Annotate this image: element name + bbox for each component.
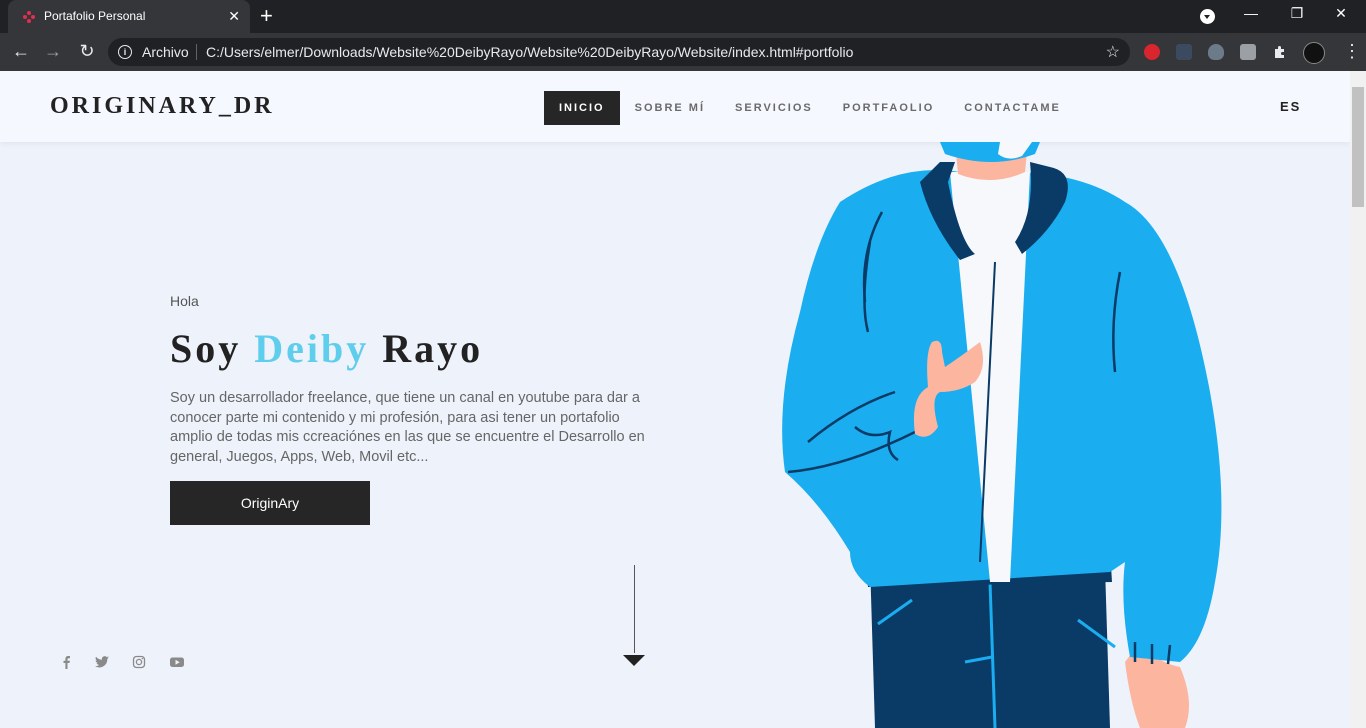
- tab-title: Portafolio Personal: [44, 9, 146, 23]
- hero-title-pre: Soy: [170, 326, 255, 371]
- reload-icon[interactable]: ↻: [76, 41, 98, 61]
- favicon-icon: [23, 11, 35, 23]
- close-window-button[interactable]: ✕: [1326, 5, 1356, 22]
- instagram-icon[interactable]: [131, 654, 147, 670]
- restore-button[interactable]: ❐: [1282, 5, 1312, 22]
- hero-title: Soy Deiby Rayo: [170, 325, 483, 372]
- hero-title-accent: Deiby: [254, 326, 370, 371]
- nav-sobre-mi[interactable]: SOBRE MÍ: [620, 91, 720, 125]
- pdf-extension-icon[interactable]: [1240, 44, 1256, 60]
- facebook-icon[interactable]: [58, 654, 74, 670]
- scroll-down-line: [634, 565, 635, 653]
- hero-title-post: Rayo: [369, 326, 484, 371]
- nav-contactame[interactable]: CONTACTAME: [949, 91, 1076, 125]
- cat-extension-icon[interactable]: [1208, 44, 1224, 60]
- nav-portfaolio[interactable]: PORTFAOLIO: [828, 91, 950, 125]
- language-switch[interactable]: ES: [1280, 99, 1301, 114]
- hero-greeting: Hola: [170, 293, 199, 309]
- main-nav: INICIO SOBRE MÍ SERVICIOS PORTFAOLIO CON…: [544, 91, 1076, 125]
- tab-close-icon[interactable]: ✕: [228, 7, 240, 25]
- new-tab-button[interactable]: +: [260, 4, 273, 28]
- scroll-down-arrow-icon[interactable]: [623, 655, 645, 666]
- originary-button[interactable]: OriginAry: [170, 481, 370, 525]
- nav-inicio[interactable]: INICIO: [544, 91, 620, 125]
- page-scrollbar[interactable]: [1350, 71, 1366, 728]
- extension-icon[interactable]: [1176, 44, 1192, 60]
- youtube-icon[interactable]: [169, 654, 185, 670]
- info-icon[interactable]: i: [118, 45, 132, 59]
- twitter-icon[interactable]: [94, 654, 110, 670]
- address-bar-row: ← → ↻ i Archivo C:/Users/elmer/Downloads…: [0, 33, 1366, 71]
- site-header: ORIGINARY_DR INICIO SOBRE MÍ SERVICIOS P…: [0, 71, 1350, 142]
- star-icon[interactable]: ☆: [1106, 42, 1120, 62]
- mega-extension-icon[interactable]: [1144, 44, 1160, 60]
- back-icon[interactable]: ←: [10, 41, 32, 61]
- puzzle-icon[interactable]: [1272, 44, 1288, 60]
- tab-search-icon[interactable]: [1200, 9, 1215, 24]
- omnibox[interactable]: i Archivo C:/Users/elmer/Downloads/Websi…: [108, 38, 1130, 66]
- url-text[interactable]: C:/Users/elmer/Downloads/Website%20Deiby…: [206, 44, 853, 60]
- menu-icon[interactable]: ⋮: [1343, 41, 1361, 62]
- scrollbar-thumb[interactable]: [1352, 87, 1364, 207]
- minimize-button[interactable]: —: [1236, 5, 1266, 21]
- browser-tab-bar: Portafolio Personal ✕ + — ❐ ✕: [0, 0, 1366, 33]
- site-logo[interactable]: ORIGINARY_DR: [50, 93, 275, 120]
- avatar-icon[interactable]: [1303, 42, 1325, 64]
- browser-tab[interactable]: Portafolio Personal ✕: [8, 0, 250, 33]
- omnibox-label: Archivo: [142, 44, 189, 60]
- hero-description: Soy un desarrollador freelance, que tien…: [170, 390, 645, 465]
- page-viewport: ORIGINARY_DR INICIO SOBRE MÍ SERVICIOS P…: [0, 71, 1350, 728]
- nav-servicios[interactable]: SERVICIOS: [720, 91, 828, 125]
- person-illustration: [782, 142, 1222, 728]
- forward-icon[interactable]: →: [42, 41, 64, 61]
- omnibox-separator: [196, 44, 197, 60]
